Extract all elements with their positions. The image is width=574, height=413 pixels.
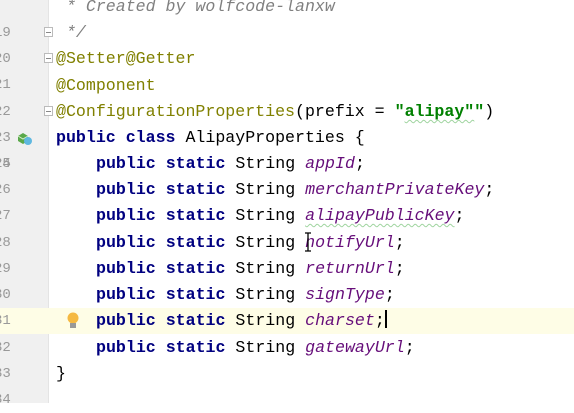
field-name: gatewayUrl	[305, 338, 405, 357]
field-name: notifyUrl	[305, 233, 395, 252]
code-line[interactable]: 21 @Setter@Getter	[0, 46, 574, 93]
field-name: signType	[305, 285, 385, 304]
field-line[interactable]: 26public static String merchantPrivateKe…	[0, 177, 574, 203]
fold-icon[interactable]	[44, 106, 53, 116]
current-line[interactable]: 31 public static String charset;	[0, 308, 574, 334]
line-number: 31	[0, 313, 11, 329]
class-name: AlipayProperties {	[185, 128, 365, 147]
fold-icon[interactable]	[44, 27, 53, 37]
line-number: 25	[0, 156, 11, 172]
code-line[interactable]: 24 public class AlipayProperties {	[0, 125, 574, 172]
field-name: charset	[305, 311, 375, 330]
code-line[interactable]: 23 @ConfigurationProperties(prefix = "al…	[0, 99, 574, 146]
mouse-ibeam-cursor-icon	[305, 232, 311, 252]
line-number: 34	[0, 392, 11, 408]
line-number: 26	[0, 182, 11, 198]
code-line[interactable]: 22 @Component	[0, 73, 574, 120]
line-number: 27	[0, 208, 11, 224]
field-line[interactable]: 27public static String alipayPublicKey;	[0, 203, 574, 229]
string-literal: "alipay""	[394, 102, 485, 121]
field-name: alipayPublicKey	[305, 206, 455, 225]
field-line[interactable]: 29public static String returnUrl;	[0, 256, 574, 282]
comment-text: */	[56, 23, 86, 42]
field-line[interactable]: 30public static String signType;	[0, 282, 574, 308]
field-line[interactable]: 28public static String notifyUrl;	[0, 230, 574, 256]
fold-icon[interactable]	[44, 53, 53, 63]
lightbulb-icon[interactable]	[66, 312, 80, 330]
annotation: @ConfigurationProperties	[56, 102, 295, 121]
annotation: @Setter@Getter	[56, 49, 196, 68]
line-number: 29	[0, 261, 11, 277]
code-line[interactable]: 33}	[0, 361, 574, 387]
line-number: 32	[0, 340, 11, 356]
closing-brace: }	[56, 364, 66, 383]
text-caret	[384, 310, 387, 328]
field-name: returnUrl	[305, 259, 395, 278]
field-name: merchantPrivateKey	[305, 180, 485, 199]
code-line[interactable]: 20 */	[0, 20, 574, 67]
field-name: appId	[305, 154, 355, 173]
code-line[interactable]: 34	[0, 387, 574, 413]
field-line[interactable]: 25public static String appId;	[0, 151, 574, 177]
field-line[interactable]: 32public static String gatewayUrl;	[0, 335, 574, 361]
annotation: @Component	[56, 76, 156, 95]
spring-bean-icon[interactable]	[17, 131, 32, 145]
line-number: 28	[0, 235, 11, 251]
line-number: 33	[0, 366, 11, 382]
line-number: 30	[0, 287, 11, 303]
code-line[interactable]: 19 * Created by wolfcode-lanxw	[0, 0, 574, 41]
comment-text: * Created by wolfcode-lanxw	[56, 0, 335, 16]
